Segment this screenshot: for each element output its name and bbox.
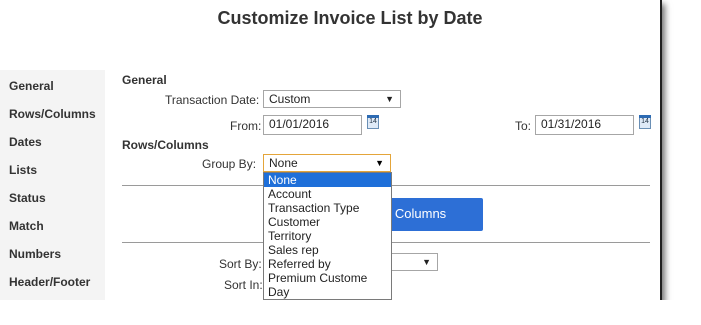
sort-in-label: Sort In:: [224, 278, 263, 292]
from-label: From:: [230, 119, 262, 133]
dropdown-option-none[interactable]: None: [264, 173, 391, 187]
rows-columns-heading: Rows/Columns: [122, 138, 209, 152]
dropdown-option-account[interactable]: Account: [264, 187, 391, 201]
sidebar-item-status[interactable]: Status: [9, 191, 46, 205]
to-date-input[interactable]: 01/31/2016: [535, 115, 634, 135]
sidebar-item-dates[interactable]: Dates: [9, 135, 42, 149]
group-by-select[interactable]: None ▼: [263, 154, 391, 172]
sort-by-label: Sort By:: [219, 257, 262, 271]
dropdown-option-day[interactable]: Day: [264, 285, 391, 299]
dropdown-option-premium-customer[interactable]: Premium Custome: [264, 271, 391, 285]
sidebar-item-match[interactable]: Match: [9, 219, 44, 233]
calendar-icon[interactable]: 14: [639, 115, 651, 129]
calendar-icon[interactable]: 14: [367, 115, 379, 129]
dropdown-option-customer[interactable]: Customer: [264, 215, 391, 229]
chevron-down-icon: ▼: [385, 94, 394, 104]
sidebar-item-rows-columns[interactable]: Rows/Columns: [9, 107, 96, 121]
dropdown-option-referred-by[interactable]: Referred by: [264, 257, 391, 271]
transaction-date-value: Custom: [269, 92, 311, 106]
to-label: To:: [515, 119, 532, 133]
chevron-down-icon: ▼: [422, 257, 431, 267]
dropdown-option-transaction-type[interactable]: Transaction Type: [264, 201, 391, 215]
transaction-date-select[interactable]: Custom ▼: [263, 90, 401, 108]
customize-report-dialog: Customize Invoice List by Date General R…: [0, 0, 662, 302]
dropdown-option-territory[interactable]: Territory: [264, 229, 391, 243]
sidebar-item-lists[interactable]: Lists: [9, 163, 37, 177]
sidebar: General Rows/Columns Dates Lists Status …: [0, 70, 105, 300]
group-by-label: Group By:: [202, 157, 257, 171]
dialog-title: Customize Invoice List by Date: [217, 8, 483, 28]
from-date-input[interactable]: 01/01/2016: [263, 115, 362, 135]
sidebar-item-numbers[interactable]: Numbers: [9, 247, 61, 261]
torn-edge: [0, 300, 701, 325]
general-heading: General: [122, 73, 167, 87]
dropdown-option-sales-rep[interactable]: Sales rep: [264, 243, 391, 257]
transaction-date-label: Transaction Date:: [165, 93, 260, 107]
group-by-dropdown: None Account Transaction Type Customer T…: [263, 172, 392, 300]
sidebar-item-header-footer[interactable]: Header/Footer: [9, 275, 90, 289]
chevron-down-icon: ▼: [375, 158, 384, 168]
sidebar-item-general[interactable]: General: [9, 79, 54, 93]
group-by-value: None: [269, 156, 298, 170]
